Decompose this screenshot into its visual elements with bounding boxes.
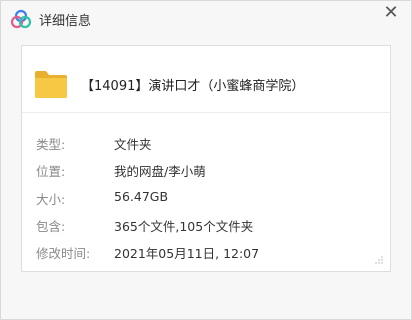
detail-value: 2021年05月11日, 12:07	[114, 246, 260, 261]
detail-label: 包含:	[36, 219, 66, 234]
app-logo-icon	[11, 9, 31, 29]
detail-row-location: 位置: 我的网盘/李小萌	[22, 161, 390, 181]
detail-label: 大小:	[36, 192, 66, 207]
file-name: 【14091】演讲口才（小蜜蜂商学院）	[81, 79, 305, 94]
detail-value: 文件夹	[114, 137, 152, 152]
detail-label: 修改时间:	[36, 246, 91, 261]
detail-label: 类型:	[36, 137, 66, 152]
close-button[interactable]: ✕	[381, 3, 401, 23]
details-panel: 【14091】演讲口才（小蜜蜂商学院） 类型: 文件夹 位置: 我的网盘/李小萌…	[21, 45, 391, 272]
detail-value: 56.47GB	[114, 189, 169, 204]
close-icon: ✕	[383, 2, 399, 23]
detail-row-type: 类型: 文件夹	[22, 134, 390, 154]
title-bar[interactable]: 详细信息 ✕	[1, 1, 411, 37]
detail-value: 365个文件,105个文件夹	[114, 219, 254, 234]
details-dialog: 详细信息 ✕ 【14091】演讲口才（小蜜蜂商学院） 类型: 文件夹 位置: 我…	[0, 0, 412, 320]
detail-row-contains: 包含: 365个文件,105个文件夹	[22, 216, 390, 236]
folder-icon	[35, 71, 67, 98]
detail-row-size: 大小: 56.47GB	[22, 189, 390, 209]
detail-label: 位置:	[36, 164, 66, 179]
detail-row-modified: 修改时间: 2021年05月11日, 12:07	[22, 243, 390, 263]
dialog-title: 详细信息	[39, 14, 92, 29]
divider	[22, 112, 390, 113]
detail-value: 我的网盘/李小萌	[114, 164, 206, 179]
resize-grip-icon	[375, 256, 383, 264]
